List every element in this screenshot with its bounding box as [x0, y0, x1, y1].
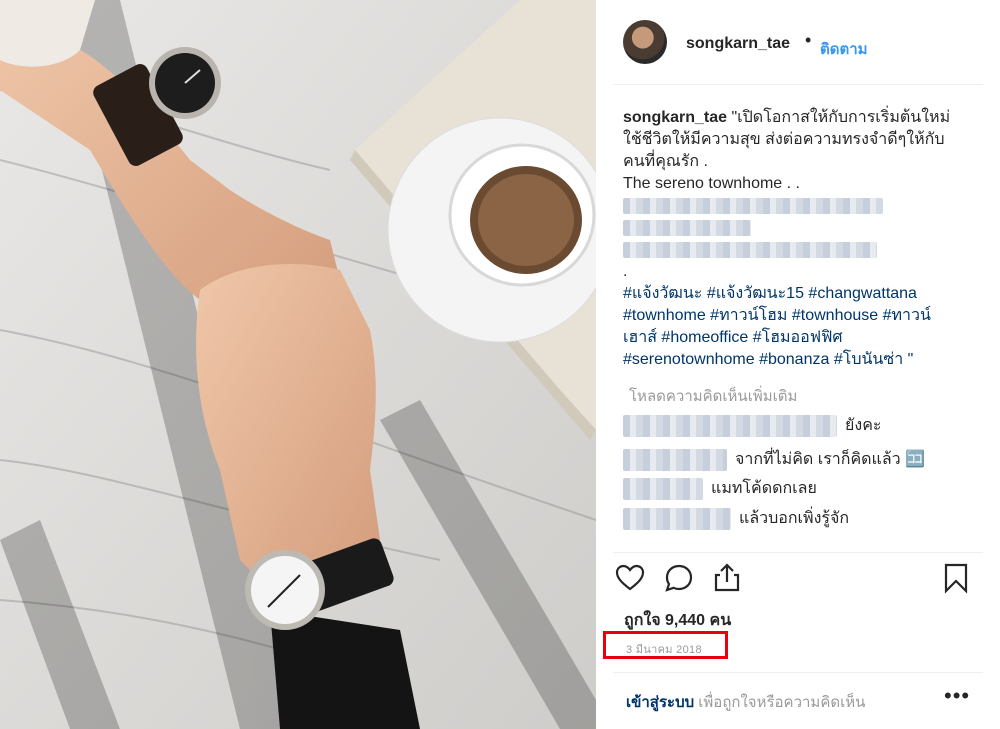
caption-line: คนที่คุณรัก .: [623, 153, 708, 170]
more-options-button[interactable]: •••: [944, 683, 970, 709]
caption-line: .: [623, 263, 628, 280]
caption-username[interactable]: songkarn_tae: [623, 109, 727, 126]
redacted-username: [623, 507, 731, 530]
likes-count[interactable]: ถูกใจ 9,440 คน: [624, 608, 731, 633]
login-prompt: เข้าสู่ระบบ เพื่อถูกใจหรือความคิดเห็น: [626, 690, 865, 714]
comment-item: แมทโค้ดดกเลย: [623, 476, 817, 501]
hashtag-line[interactable]: #townhome #ทาวน์โฮม #townhouse #ทาวน์: [623, 305, 968, 327]
photo-image: [0, 0, 596, 729]
comment-item: แล้วบอกเพิ่งรู้จัก: [623, 506, 849, 531]
header-divider: [613, 84, 983, 85]
caption-line: ใช้ชีวิตให้มีความสุข ส่งต่อความทรงจำดีๆใ…: [623, 131, 945, 148]
caption-line: "เปิดโอกาสให้กับการเริ่มต้นใหม่: [731, 109, 951, 126]
login-prompt-text: เพื่อถูกใจหรือความคิดเห็น: [698, 694, 866, 711]
hashtag-line[interactable]: #serenotownhome #bonanza #โบนันซ่า ": [623, 349, 968, 371]
redacted-line: [623, 239, 968, 261]
footer-divider: [613, 672, 983, 673]
comment-text: จากที่ไม่คิด เราก็คิดแล้ว 🈁: [735, 451, 926, 468]
comment-text: แล้วบอกเพิ่งรู้จัก: [739, 510, 850, 527]
heart-icon[interactable]: [614, 562, 646, 594]
post-caption: songkarn_tae "เปิดโอกาสให้กับการเริ่มต้น…: [623, 107, 968, 371]
redacted-line: [623, 217, 968, 239]
comments-divider: [613, 552, 983, 553]
redacted-username: [623, 477, 703, 500]
caption-line: The sereno townhome . .: [623, 175, 800, 192]
load-more-comments[interactable]: โหลดความคิดเห็นเพิ่มเติม: [629, 384, 797, 408]
login-link[interactable]: เข้าสู่ระบบ: [626, 694, 694, 711]
separator-dot: •: [805, 30, 812, 50]
share-icon[interactable]: [711, 562, 743, 594]
hashtag-line[interactable]: เฮาส์ #homeoffice #โฮมออฟฟิศ: [623, 327, 968, 349]
comment-text: ยังคะ: [845, 417, 882, 434]
hashtag-line[interactable]: #แจ้งวัฒนะ #แจ้งวัฒนะ15 #changwattana: [623, 283, 968, 305]
post-photo[interactable]: [0, 0, 596, 729]
redacted-line: [623, 195, 968, 217]
redacted-username: [623, 448, 727, 471]
post-date[interactable]: 3 มีนาคม 2018: [626, 640, 702, 658]
follow-button[interactable]: ติดตาม: [820, 37, 868, 61]
comment-item: ยังคะ: [623, 413, 881, 438]
bookmark-icon[interactable]: [940, 562, 972, 594]
avatar[interactable]: [623, 20, 667, 64]
post-side-panel: songkarn_tae • ติดตาม songkarn_tae "เปิด…: [596, 0, 1000, 729]
comment-item: จากที่ไม่คิด เราก็คิดแล้ว 🈁: [623, 447, 925, 472]
redacted-username: [623, 414, 837, 437]
comment-text: แมทโค้ดดกเลย: [711, 480, 817, 497]
comment-icon[interactable]: [663, 562, 695, 594]
header-username[interactable]: songkarn_tae: [686, 35, 790, 53]
